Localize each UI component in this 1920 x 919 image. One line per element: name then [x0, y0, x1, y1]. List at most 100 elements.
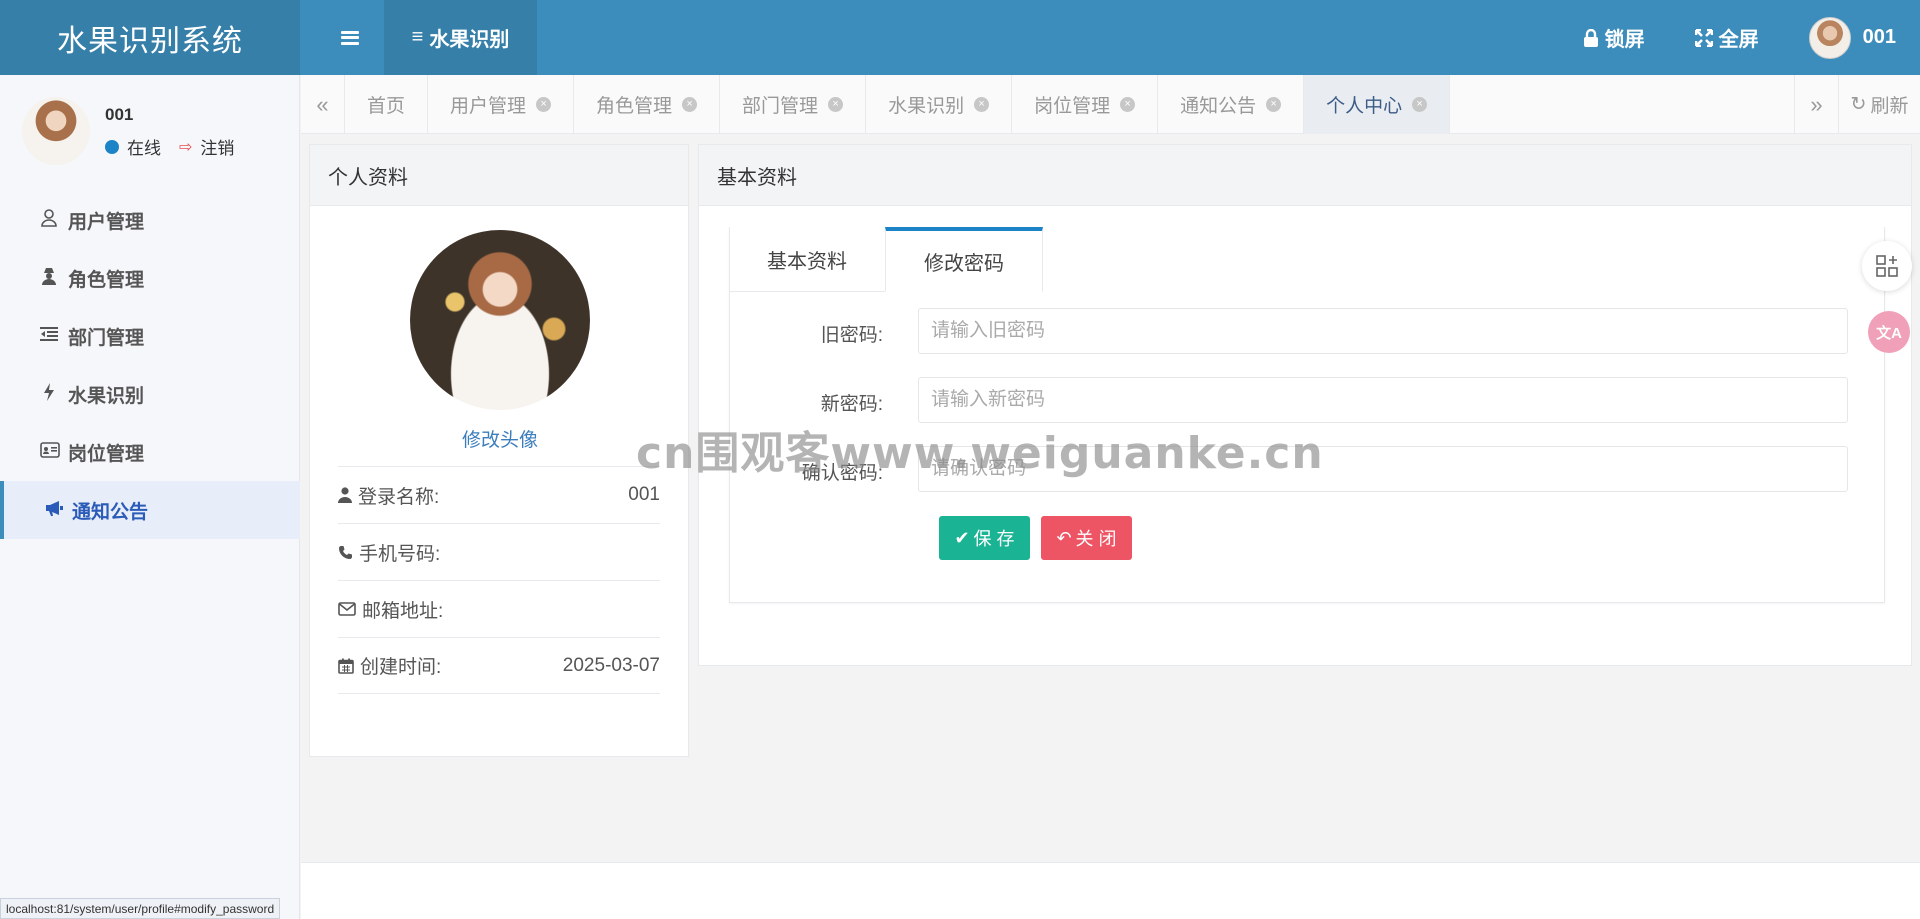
sidebar-item-label: 岗位管理: [68, 443, 145, 465]
tab-label: 用户管理: [450, 96, 527, 117]
tabs-right-controls: » ↻ 刷新: [1794, 75, 1920, 134]
apps-icon: [1876, 255, 1898, 277]
new-password-label: 新密码:: [820, 394, 883, 415]
logout-icon[interactable]: ⇨: [179, 137, 192, 157]
tab-label: 首页: [367, 96, 406, 117]
close-icon[interactable]: ×: [536, 97, 552, 112]
footer-bar: [301, 862, 1920, 919]
online-status-label: 在线: [127, 139, 161, 158]
avatar[interactable]: [22, 97, 90, 165]
top-user-name: 001: [1862, 26, 1896, 48]
sidebar-item-user-management[interactable]: 用户管理: [0, 191, 300, 249]
expand-icon: [1694, 28, 1713, 47]
avatar: [410, 230, 590, 410]
tab-change-password[interactable]: 修改密码: [885, 227, 1043, 292]
outdent-icon: [40, 326, 58, 346]
float-apps-button[interactable]: [1862, 241, 1912, 291]
close-icon[interactable]: ×: [682, 97, 698, 112]
sidebar-user-status: 在线 ⇨ 注销: [105, 134, 234, 159]
sidebar-item-label: 用户管理: [68, 211, 145, 233]
watermark-text: cn围观客www.weiguanke.cn: [636, 428, 1324, 479]
top-navbar: 水果识别系统 ≡ 水果识别 锁屏 全屏 001: [0, 0, 1920, 75]
info-label: 创建时间:: [338, 652, 441, 679]
tab-label: 个人中心: [1326, 96, 1403, 117]
close-icon[interactable]: ×: [1266, 97, 1282, 112]
list-item: 创建时间: 2025-03-07: [338, 637, 660, 694]
logout-link[interactable]: 注销: [200, 134, 234, 159]
tab-notice[interactable]: 通知公告 ×: [1158, 75, 1305, 134]
tab-home[interactable]: 首页: [345, 75, 429, 134]
status-url: localhost:81/system/user/profile#modify_…: [0, 898, 281, 919]
backward-icon: «: [316, 91, 329, 117]
tab-fruit-recognition[interactable]: 水果识别 ×: [866, 75, 1013, 134]
list-item: 邮箱地址:: [338, 580, 660, 637]
user-icon: [40, 208, 58, 232]
tab-user-management[interactable]: 用户管理 ×: [428, 75, 575, 134]
top-right-actions: 锁屏 全屏 001: [1583, 0, 1896, 75]
top-menu-active-item[interactable]: ≡ 水果识别: [384, 0, 537, 75]
sidebar-item-label: 角色管理: [68, 269, 145, 291]
hamburger-icon: [341, 30, 359, 45]
email-label: 邮箱地址:: [362, 600, 444, 622]
sidebar-toggle-button[interactable]: [318, 0, 382, 75]
tab-personal-center[interactable]: 个人中心 ×: [1304, 75, 1451, 134]
user-menu[interactable]: 001: [1808, 16, 1896, 59]
sidebar: 001 在线 ⇨ 注销 用户管理 角色管理 部门管理 水果识别 岗位管理 通知公…: [0, 75, 300, 919]
phone-label: 手机号码:: [359, 543, 441, 565]
sidebar-item-fruit-recognition[interactable]: 水果识别: [0, 365, 300, 423]
calendar-icon: [338, 658, 354, 674]
avatar: [1808, 16, 1851, 59]
create-time-label: 创建时间:: [360, 657, 442, 678]
page-tabs: 首页 用户管理 × 角色管理 × 部门管理 × 水果识别 × 岗位管理 × 通知公告 × 个…: [345, 75, 1794, 134]
close-label: 关 闭: [1075, 529, 1117, 549]
lock-screen-button[interactable]: 锁屏: [1583, 23, 1645, 52]
page-tabs-bar: « 首页 用户管理 × 角色管理 × 部门管理 × 水果识别 × 岗位管理 × 通知公告 ×…: [301, 75, 1920, 134]
close-icon[interactable]: ×: [828, 97, 844, 112]
fullscreen-button[interactable]: 全屏: [1694, 23, 1759, 52]
user-secret-icon: [40, 267, 58, 290]
tabs-scroll-left-button[interactable]: «: [301, 75, 345, 134]
app-logo-title[interactable]: 水果识别系统: [0, 0, 300, 75]
tab-post-management[interactable]: 岗位管理 ×: [1012, 75, 1159, 134]
change-avatar-link[interactable]: 修改头像: [310, 425, 690, 452]
close-icon[interactable]: ×: [974, 97, 990, 112]
sidebar-user-panel: 001 在线 ⇨ 注销: [22, 97, 282, 167]
sidebar-item-notice[interactable]: 通知公告: [0, 481, 300, 539]
close-icon[interactable]: ×: [1120, 97, 1136, 112]
sidebar-item-post-management[interactable]: 岗位管理: [0, 423, 300, 481]
old-password-input[interactable]: [918, 308, 1848, 354]
list-icon: ≡: [411, 26, 424, 48]
save-label: 保 存: [973, 529, 1015, 549]
tabs-scroll-right-button[interactable]: »: [1794, 75, 1838, 134]
online-dot-icon: [105, 139, 119, 154]
info-label: 登录名称:: [338, 482, 439, 509]
phone-icon: [339, 545, 352, 559]
bullhorn-icon: [44, 500, 63, 521]
refresh-button[interactable]: ↻ 刷新: [1838, 75, 1920, 134]
save-button[interactable]: ✔ 保 存: [939, 516, 1030, 560]
tab-dept-management[interactable]: 部门管理 ×: [720, 75, 867, 134]
basic-info-panel: 基本资料 基本资料 修改密码 旧密码: 新密码: 确认密码: ✔ 保 存 ↶ 关…: [698, 144, 1912, 666]
lock-icon: [1583, 28, 1598, 47]
sidebar-item-role-management[interactable]: 角色管理: [0, 249, 300, 307]
tab-label: 通知公告: [1180, 96, 1257, 117]
basic-panel-title: 基本资料: [699, 145, 1911, 206]
close-icon[interactable]: ×: [1412, 97, 1428, 112]
profile-panel: 个人资料 修改头像 登录名称: 001 手机号码: 邮箱地址: 创建时间: 20…: [309, 144, 689, 757]
old-password-label: 旧密码:: [820, 325, 883, 346]
refresh-icon: ↻: [1850, 94, 1867, 115]
tab-role-management[interactable]: 角色管理 ×: [574, 75, 721, 134]
tab-basic-info[interactable]: 基本资料: [729, 227, 885, 292]
info-label: 手机号码:: [338, 539, 440, 566]
bolt-icon: [40, 382, 58, 406]
old-password-row: 旧密码:: [729, 308, 1885, 354]
forward-icon: »: [1810, 91, 1823, 117]
login-name-value: 001: [628, 484, 660, 505]
sidebar-item-dept-management[interactable]: 部门管理: [0, 307, 300, 365]
close-button[interactable]: ↶ 关 闭: [1041, 516, 1132, 560]
float-translate-button[interactable]: 文A: [1868, 311, 1910, 353]
sidebar-item-label: 部门管理: [68, 327, 145, 349]
tab-label: 岗位管理: [1034, 96, 1111, 117]
sidebar-item-label: 通知公告: [72, 501, 149, 523]
tab-label: 水果识别: [888, 96, 965, 117]
